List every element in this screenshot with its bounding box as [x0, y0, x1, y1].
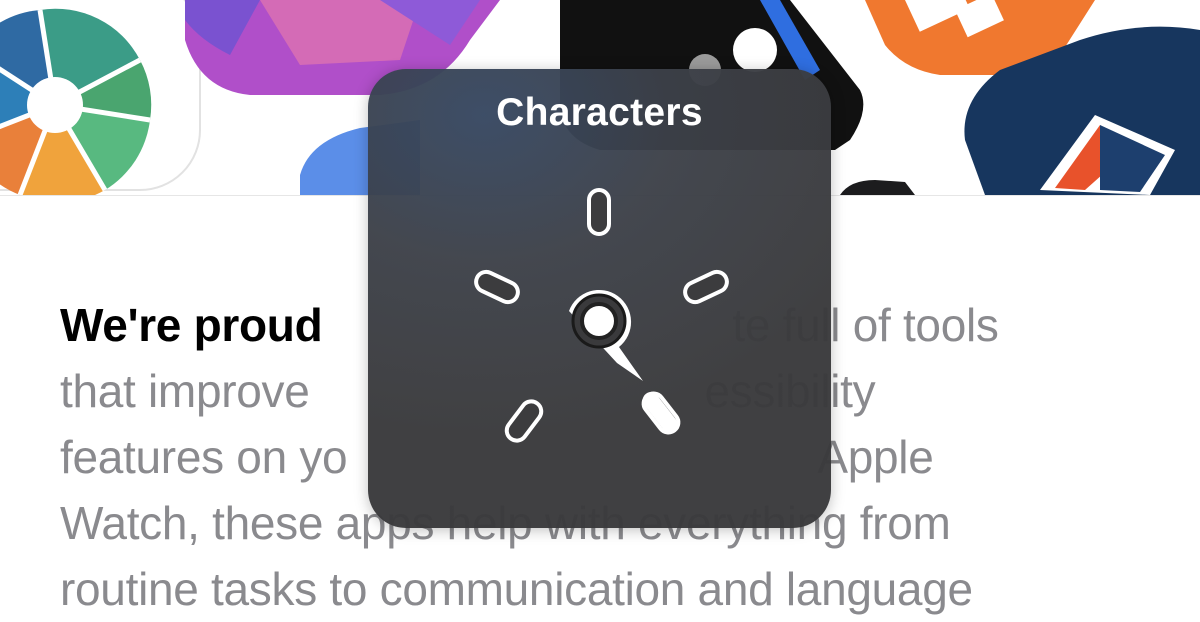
- dark-app-icon: [840, 180, 915, 195]
- paragraph-line-3-start: features on yo: [60, 431, 348, 483]
- rotor-tick-left: [474, 269, 520, 305]
- camera-shutter-app-icon: [0, 0, 201, 195]
- rotor-tick-right: [683, 269, 729, 305]
- lead-text: We're proud: [60, 299, 323, 351]
- rotor-dial-icon: [474, 188, 729, 443]
- rotor-tick-top: [587, 188, 611, 236]
- paragraph-line-5: routine tasks to communication and langu…: [60, 563, 973, 615]
- rotor-tick-bottom-left: [504, 399, 544, 443]
- paragraph-line-2-start: that improve: [60, 365, 310, 417]
- paragraph-line-3-end: Apple: [817, 431, 934, 483]
- voiceover-rotor-hud[interactable]: Characters: [368, 69, 831, 528]
- rotor-knob: [569, 289, 643, 381]
